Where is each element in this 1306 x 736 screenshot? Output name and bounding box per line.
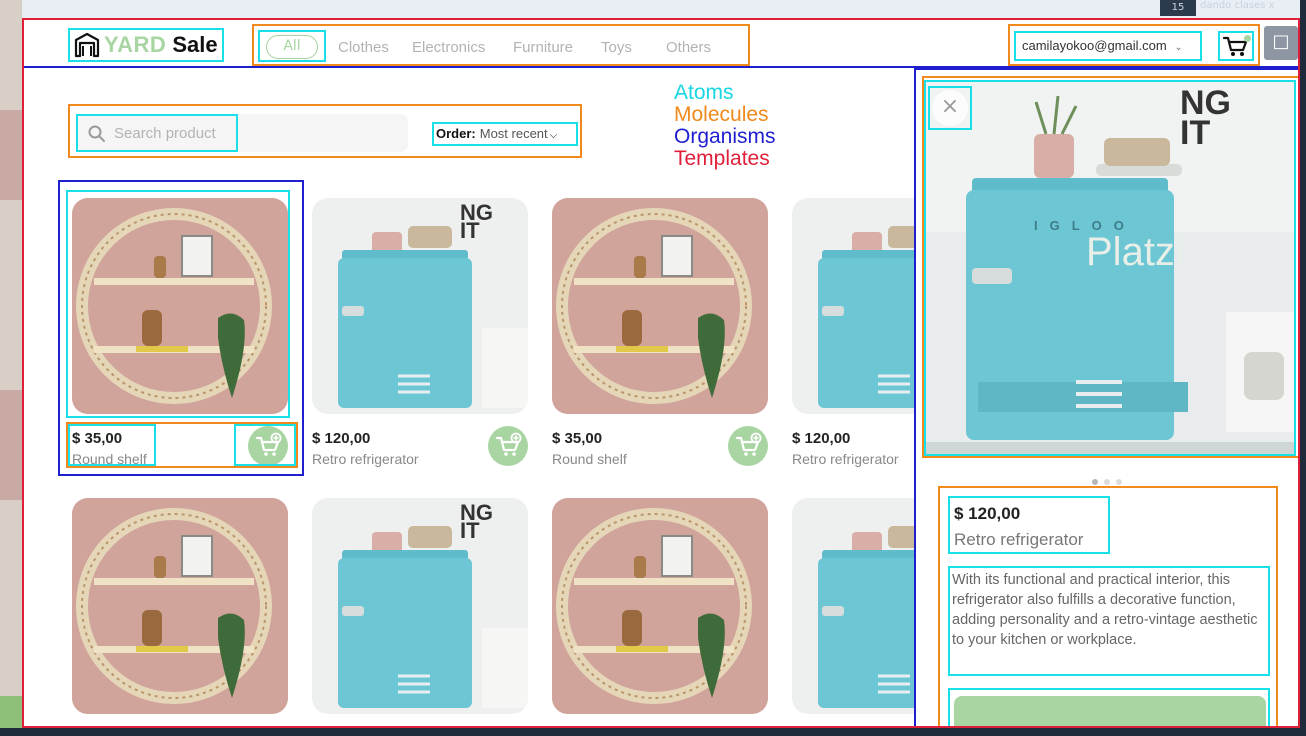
nav-item-clothes[interactable]: Clothes xyxy=(338,39,389,56)
nav-item-toys[interactable]: Toys xyxy=(601,39,632,56)
retro-refrigerator-image: NGIT xyxy=(312,198,528,414)
svg-text:IT: IT xyxy=(460,218,480,243)
product-detail-info: $ 120,00 Retro refrigerator With its fun… xyxy=(938,486,1278,728)
atom-outline-add-button xyxy=(234,424,296,466)
video-background-left xyxy=(0,0,22,736)
add-to-cart-icon xyxy=(735,432,762,456)
nav-item-all[interactable]: All xyxy=(266,35,318,59)
round-shelf-image xyxy=(552,198,768,414)
legend-templates: Templates xyxy=(674,147,770,170)
user-email-dropdown[interactable]: camilayokoo@gmail.com ⌄ xyxy=(1014,31,1202,61)
nav-item-furniture[interactable]: Furniture xyxy=(513,39,573,56)
overlay-text: dando clases x xyxy=(1200,0,1275,11)
shop-icon xyxy=(74,32,100,58)
overlay-badge: 15 xyxy=(1160,0,1196,16)
product-card-image[interactable] xyxy=(72,498,288,714)
carousel-dot[interactable] xyxy=(1116,479,1122,485)
user-menu: camilayokoo@gmail.com ⌄ xyxy=(1008,24,1260,66)
legend-organisms: Organisms xyxy=(674,125,776,148)
product-name: Retro refrigerator xyxy=(792,451,899,467)
product-card-image[interactable]: NGIT xyxy=(312,198,528,414)
platzi-watermark: Platzi xyxy=(1086,230,1184,274)
yard-sale-app: YARD Sale All Clothes Electronics Furnit… xyxy=(22,18,1300,728)
legend-atoms: Atoms xyxy=(674,81,734,104)
round-shelf-image xyxy=(72,498,288,714)
product-price: $ 35,00 xyxy=(552,430,603,447)
user-email: camilayokoo@gmail.com xyxy=(1022,38,1167,53)
round-shelf-image xyxy=(552,498,768,714)
svg-text:IT: IT xyxy=(1180,114,1210,152)
search-icon xyxy=(88,125,105,142)
carousel-dot[interactable] xyxy=(1092,479,1098,485)
atom-outline-image xyxy=(66,190,290,418)
logo[interactable]: YARD Sale xyxy=(68,28,224,62)
logo-sale-text: Sale xyxy=(172,32,218,57)
detail-price: $ 120,00 xyxy=(954,504,1021,523)
chevron-down-icon: ⌵ xyxy=(549,130,558,141)
detail-description-box: With its functional and practical interi… xyxy=(948,566,1270,676)
atom-outline-search: Search product xyxy=(76,114,238,152)
product-name: Retro refrigerator xyxy=(312,451,419,467)
nav-item-others[interactable]: Others xyxy=(666,39,711,56)
video-background-right xyxy=(1300,0,1306,736)
order-value: Most recent xyxy=(479,126,548,141)
carousel-dot[interactable] xyxy=(1104,479,1110,485)
video-background-top xyxy=(22,0,1306,18)
legend-molecules: Molecules xyxy=(674,103,769,126)
cart-notification-dot xyxy=(1244,35,1251,42)
detail-price-name: $ 120,00 Retro refrigerator xyxy=(948,496,1110,554)
add-to-cart-button[interactable] xyxy=(488,426,528,466)
detail-name: Retro refrigerator xyxy=(954,530,1084,549)
category-nav: All Clothes Electronics Furniture Toys O… xyxy=(252,24,750,66)
exit-fullscreen-icon[interactable]: □ xyxy=(1264,26,1298,60)
retro-refrigerator-image: NGIT xyxy=(312,498,528,714)
shopping-cart-button[interactable] xyxy=(1218,31,1254,61)
atomic-design-legend: Atoms Molecules Organisms Templates xyxy=(674,82,776,170)
add-to-cart-button[interactable] xyxy=(954,696,1266,728)
nav-item-electronics[interactable]: Electronics xyxy=(412,39,485,56)
chevron-down-icon: ⌄ xyxy=(1174,42,1183,53)
atom-outline-price xyxy=(68,424,156,466)
add-to-cart-icon xyxy=(495,432,522,456)
order-label: Order: xyxy=(436,126,476,141)
close-icon: × xyxy=(932,90,968,126)
product-name: Round shelf xyxy=(552,451,627,467)
add-to-cart-button[interactable] xyxy=(728,426,768,466)
order-select[interactable]: Order: Most recent ⌵ xyxy=(432,122,578,146)
product-price: $ 120,00 xyxy=(312,430,371,447)
svg-text:IT: IT xyxy=(460,518,480,543)
product-card-image[interactable]: NGIT xyxy=(312,498,528,714)
product-card-image[interactable] xyxy=(552,198,768,414)
search-placeholder: Search product xyxy=(114,125,216,142)
close-detail-button[interactable]: × xyxy=(928,86,972,130)
product-card-image[interactable] xyxy=(552,498,768,714)
product-price: $ 120,00 xyxy=(792,430,851,447)
detail-description: With its functional and practical interi… xyxy=(952,572,1258,648)
search-and-order: Search product Order: Most recent ⌵ xyxy=(68,104,582,158)
video-background-bottom xyxy=(0,728,1306,736)
logo-yard-text: YARD xyxy=(104,32,167,57)
atom-outline-add-to-cart xyxy=(948,688,1270,728)
product-detail-panel: NG IT IGLOO × Platzi $ 120,00 Retro refr… xyxy=(914,68,1300,728)
navbar: YARD Sale All Clothes Electronics Furnit… xyxy=(22,18,1300,68)
